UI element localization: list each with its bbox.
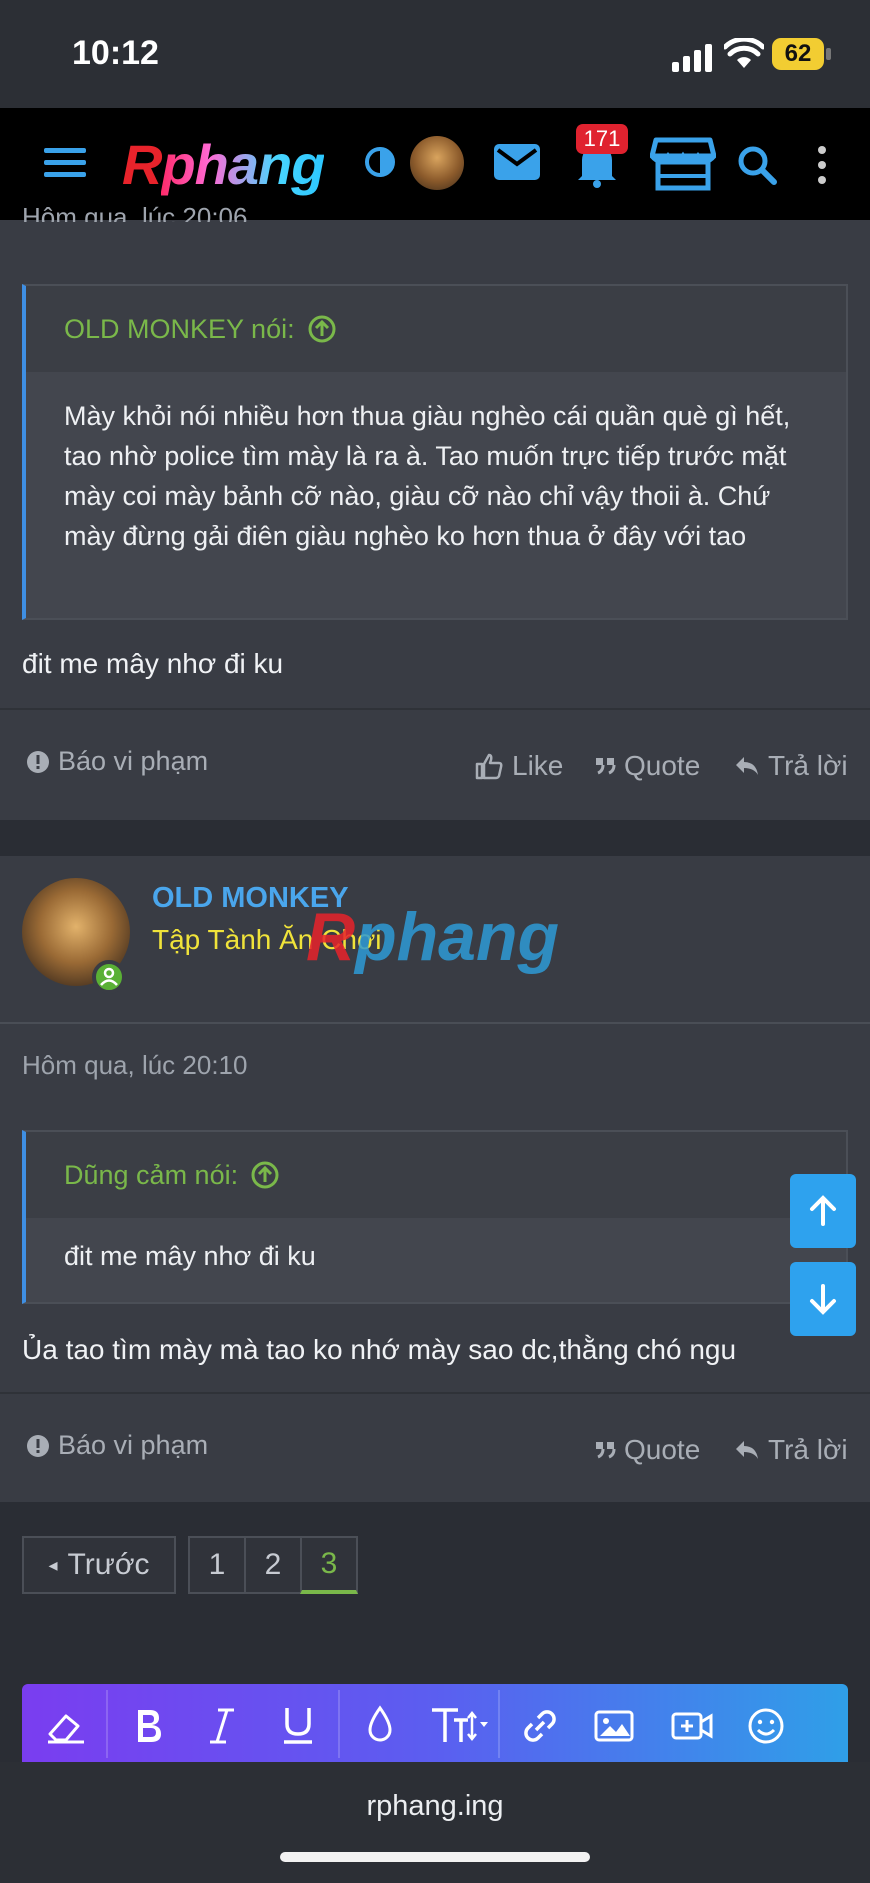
watermark-logo: Rphang (306, 898, 559, 976)
pagination-previous-button[interactable]: ◂ Trước (22, 1536, 176, 1594)
quote-author: OLD MONKEY nói: (64, 313, 295, 344)
jump-to-quote-icon[interactable] (307, 314, 337, 344)
quote-text: Mày khỏi nói nhiều hơn thua giàu nghèo c… (64, 401, 791, 551)
cellular-signal-icon (672, 44, 712, 72)
thumbs-up-icon (475, 753, 503, 780)
post-1-like-button[interactable]: Like (474, 750, 563, 782)
reply-icon (736, 1441, 758, 1459)
notification-count-badge: 171 (576, 124, 628, 154)
toolbar-divider (106, 1690, 108, 1758)
quote-label: Quote (624, 750, 701, 781)
logo-rest: phang (161, 133, 325, 196)
image-icon[interactable] (592, 1704, 636, 1748)
font-size-icon[interactable] (428, 1704, 490, 1748)
post-2-report-link[interactable]: Báo vi phạm (26, 1430, 208, 1461)
report-label: Báo vi phạm (58, 1430, 209, 1460)
watermark-rest: phang (355, 899, 560, 975)
search-icon[interactable] (736, 144, 778, 186)
more-options-icon[interactable] (812, 144, 832, 186)
pagination-page-1[interactable]: 1 (188, 1536, 246, 1594)
pagination-page-2[interactable]: 2 (244, 1536, 302, 1594)
underline-icon[interactable] (276, 1704, 320, 1748)
quote-icon (596, 758, 616, 775)
quote-header[interactable]: Dũng cảm nói: (26, 1132, 846, 1218)
quote-header[interactable]: OLD MONKEY nói: (26, 286, 846, 372)
store-icon[interactable] (650, 136, 716, 192)
emoji-icon[interactable] (744, 1704, 788, 1748)
wifi-icon (724, 38, 764, 68)
scroll-to-top-button[interactable] (790, 1174, 856, 1248)
post-header-divider (0, 1022, 870, 1024)
battery-indicator: 62 (772, 38, 824, 70)
quote-icon (596, 1442, 616, 1459)
post-1-quote-button[interactable]: Quote (594, 750, 700, 782)
quote-text: đit me mây nhơ đi ku (64, 1241, 316, 1271)
home-indicator[interactable] (280, 1852, 590, 1862)
link-icon[interactable] (518, 1704, 562, 1748)
post-1-report-link[interactable]: Báo vi phạm (26, 746, 208, 777)
post-1-reply-button[interactable]: Trả lời (734, 750, 848, 782)
toolbar-divider (338, 1690, 340, 1758)
toolbar-divider (498, 1690, 500, 1758)
post-separator (0, 820, 870, 856)
user-avatar[interactable] (410, 136, 464, 190)
scroll-to-bottom-button[interactable] (790, 1262, 856, 1336)
bold-icon[interactable] (126, 1704, 170, 1748)
mail-icon[interactable] (494, 144, 540, 180)
arrow-up-icon (810, 1195, 836, 1226)
pagination-page-3-current[interactable]: 3 (300, 1536, 358, 1594)
browser-url-text[interactable]: rphang.ing (0, 1790, 870, 1823)
battery-tip (826, 48, 831, 60)
site-logo[interactable]: Rphang (122, 132, 325, 197)
watermark-initial: R (306, 899, 356, 975)
post-2-message: Ủa tao tìm mày mà tao ko nhớ mày sao dc,… (22, 1334, 737, 1365)
warning-icon (27, 750, 49, 773)
reply-label: Trả lời (768, 1434, 848, 1465)
hamburger-menu-icon[interactable] (44, 146, 86, 180)
post-1-message: đit me mây nhơ đi ku (22, 648, 284, 679)
logo-initial: R (122, 133, 162, 196)
status-time: 10:12 (72, 34, 159, 72)
quote-author: Dũng cảm nói: (64, 1159, 239, 1190)
warning-icon (27, 1434, 49, 1457)
online-status-icon (92, 960, 126, 994)
text-color-drop-icon[interactable] (358, 1704, 402, 1748)
reply-label: Trả lời (768, 750, 848, 781)
post-2-reply-button[interactable]: Trả lời (734, 1434, 848, 1466)
video-icon[interactable] (670, 1704, 714, 1748)
theme-toggle-icon[interactable] (364, 146, 396, 178)
arrow-down-icon (810, 1284, 836, 1315)
caret-left-icon: ◂ (48, 1554, 58, 1575)
reply-icon (736, 757, 758, 775)
previous-label: Trước (67, 1548, 150, 1581)
post-2-quote-block: Dũng cảm nói: đit me mây nhơ đi ku (22, 1130, 848, 1304)
jump-to-quote-icon[interactable] (250, 1160, 280, 1190)
post-1-date: Hôm qua, lúc 20:06 (22, 202, 248, 222)
quote-label: Quote (624, 1434, 701, 1465)
like-label: Like (512, 750, 564, 781)
post-2-date[interactable]: Hôm qua, lúc 20:10 (22, 1050, 247, 1081)
post-1-quote-block: OLD MONKEY nói: Mày khỏi nói nhiều hơn t… (22, 284, 848, 620)
italic-icon[interactable] (200, 1704, 244, 1748)
eraser-icon[interactable] (44, 1704, 88, 1748)
report-label: Báo vi phạm (58, 746, 209, 776)
post-2-quote-button[interactable]: Quote (594, 1434, 700, 1466)
